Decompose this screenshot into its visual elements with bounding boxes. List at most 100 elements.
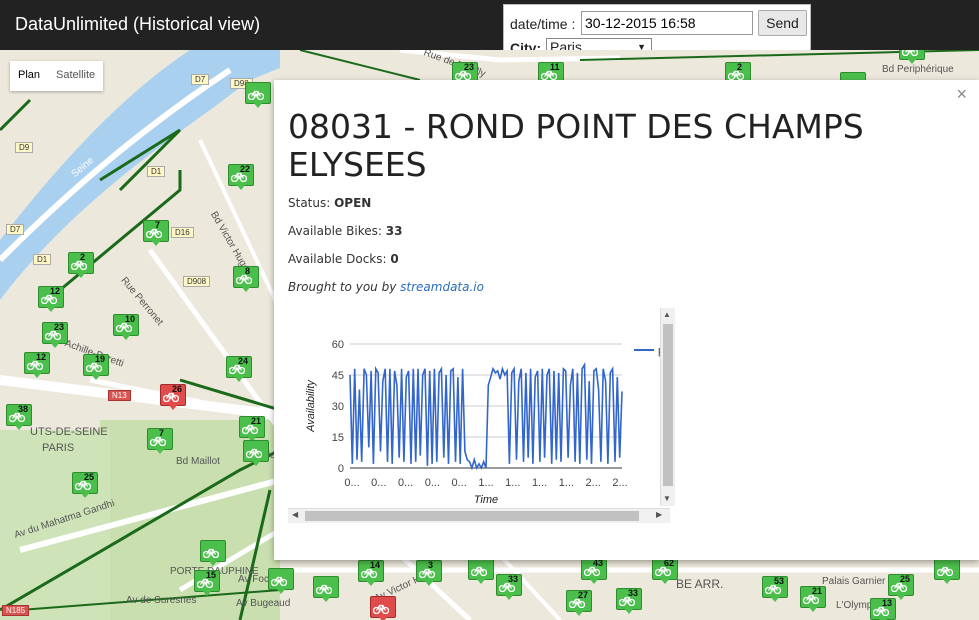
marker-count: 2 [80, 252, 86, 262]
bike-station-marker[interactable]: 21 [800, 586, 826, 614]
bike-station-marker[interactable]: 33 [496, 574, 522, 602]
map-label: PARIS [42, 442, 75, 454]
marker-count: 27 [578, 590, 589, 600]
marker-count: 25 [900, 574, 911, 584]
road-sign: D9 [15, 142, 34, 153]
marker-count: 21 [251, 416, 262, 426]
bike-station-marker[interactable]: 8 [233, 266, 259, 294]
bike-station-marker[interactable] [934, 558, 960, 586]
road-sign: D1 [147, 166, 166, 177]
datetime-input[interactable] [581, 11, 753, 35]
x-tick-label: 0... [344, 477, 359, 489]
marker-count: 21 [812, 586, 823, 596]
marker-count: 8 [245, 266, 251, 276]
scroll-thumb[interactable] [663, 324, 673, 486]
road-sign: N185 [2, 605, 30, 616]
bike-station-marker[interactable]: 15 [194, 570, 220, 598]
map-type-plan[interactable]: Plan [10, 61, 48, 91]
bike-station-marker[interactable]: 10 [113, 314, 139, 342]
marker-count: 11 [550, 62, 560, 72]
marker-count: 19 [95, 354, 106, 364]
road-sign: D7 [6, 224, 25, 235]
road-sign: D16 [171, 227, 194, 238]
bike-station-marker[interactable]: 43 [581, 558, 607, 586]
x-tick-label: 0... [398, 477, 413, 489]
scroll-thumb[interactable] [305, 511, 639, 521]
map-label: Bd Maillot [176, 456, 220, 467]
station-title: 08031 - ROND POINT DES CHAMPS ELYSEES [288, 107, 864, 184]
bike-station-marker[interactable]: 26 [160, 384, 186, 412]
bikes-row: Available Bikes: 33 [288, 224, 402, 238]
y-tick-label: 15 [332, 432, 344, 444]
bike-station-marker[interactable] [899, 50, 925, 66]
x-tick-label: 2... [586, 477, 601, 489]
marker-count: 7 [155, 220, 161, 230]
bike-station-marker[interactable]: 33 [616, 588, 642, 616]
credit-row: Brought to you by streamdata.io [288, 280, 484, 294]
bike-station-marker[interactable] [370, 596, 396, 620]
bike-station-marker[interactable]: 38 [6, 404, 32, 432]
scroll-down-icon[interactable]: ▼ [663, 494, 671, 503]
marker-count: 23 [464, 62, 475, 72]
marker-count: 23 [54, 322, 65, 332]
x-tick-label: 0... [452, 477, 467, 489]
bike-station-marker[interactable]: 19 [83, 354, 109, 382]
y-tick-label: 30 [332, 401, 344, 413]
y-axis-label: Availability [305, 379, 317, 433]
bike-station-marker[interactable] [200, 540, 226, 568]
bicycle-icon [372, 601, 390, 615]
x-tick-label: 1... [532, 477, 547, 489]
station-info-window: × 08031 - ROND POINT DES CHAMPS ELYSEES … [274, 80, 979, 560]
bike-station-marker[interactable] [268, 568, 294, 596]
bike-station-marker[interactable] [243, 440, 269, 468]
map-label: BE ARR. [676, 577, 724, 591]
scroll-left-icon[interactable]: ◀ [292, 510, 298, 519]
bike-station-marker[interactable]: 53 [762, 576, 788, 604]
marker-count: 26 [172, 384, 183, 394]
docks-row: Available Docks: 0 [288, 252, 399, 266]
bikes-label: Available Bikes: [288, 224, 382, 238]
bike-station-marker[interactable]: 12 [24, 352, 50, 380]
scroll-up-icon[interactable]: ▲ [663, 310, 671, 319]
bike-station-marker[interactable]: 62 [652, 558, 678, 586]
map-label: UTS-DE-SEINE [30, 426, 108, 438]
marker-count: 25 [84, 472, 95, 482]
scroll-right-icon[interactable]: ▶ [656, 510, 662, 519]
send-button[interactable]: Send [758, 10, 807, 36]
bike-station-marker[interactable] [468, 558, 494, 586]
x-tick-label: 1... [505, 477, 520, 489]
bike-station-marker[interactable]: 3 [416, 560, 442, 588]
marker-count: 53 [774, 576, 785, 586]
bike-station-marker[interactable]: 24 [226, 356, 252, 384]
marker-count: 2 [737, 62, 743, 72]
credit-prefix: Brought to you by [288, 280, 397, 294]
bike-station-marker[interactable]: 7 [143, 220, 169, 248]
close-icon[interactable]: × [956, 84, 967, 105]
map-type-control: Plan Satellite [10, 61, 104, 91]
marker-count: 14 [370, 560, 381, 570]
bike-station-marker[interactable]: 22 [228, 164, 254, 192]
bike-station-marker[interactable]: 7 [147, 428, 173, 456]
bike-station-marker[interactable] [245, 82, 271, 110]
road-sign: D7 [191, 74, 210, 85]
credit-link[interactable]: streamdata.io [400, 280, 484, 294]
bike-station-marker[interactable]: 14 [358, 560, 384, 588]
chart-vertical-scrollbar[interactable]: ▲ ▼ [660, 308, 675, 506]
bike-station-marker[interactable]: 13 [870, 598, 896, 620]
map-type-satellite[interactable]: Satellite [48, 61, 103, 91]
marker-count: 3 [428, 560, 434, 570]
bike-station-marker[interactable]: 2 [68, 252, 94, 280]
app-title: DataUnlimited (Historical view) [15, 14, 261, 34]
chart-horizontal-scrollbar[interactable]: ◀ ▶ [288, 508, 670, 523]
y-tick-label: 60 [332, 339, 344, 351]
marker-count: 38 [18, 404, 29, 414]
bike-station-marker[interactable] [313, 576, 339, 604]
marker-count: 15 [206, 570, 217, 580]
bike-station-marker[interactable]: 25 [72, 472, 98, 500]
bike-station-marker[interactable]: 12 [38, 286, 64, 314]
road-sign: D908 [183, 276, 211, 287]
x-tick-label: 1... [559, 477, 574, 489]
docks-label: Available Docks: [288, 252, 387, 266]
bike-station-marker[interactable]: 27 [566, 590, 592, 618]
bike-station-marker[interactable]: 23 [42, 322, 68, 350]
